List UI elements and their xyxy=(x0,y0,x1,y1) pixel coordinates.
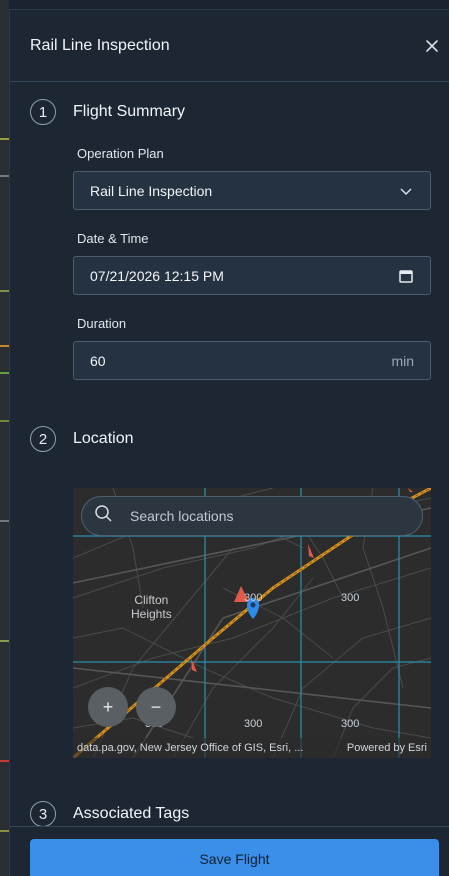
step-title: Associated Tags xyxy=(73,805,190,822)
datetime-label: Date & Time xyxy=(77,231,149,246)
grid-label: 300 xyxy=(341,592,360,604)
step-associated-tags: 3 Associated Tags xyxy=(30,801,189,827)
panel-footer: Save Flight xyxy=(10,826,449,876)
chevron-down-icon xyxy=(400,187,412,195)
attribution-sources: data.pa.gov, New Jersey Office of GIS, E… xyxy=(77,742,304,754)
panel-title: Rail Line Inspection xyxy=(30,37,170,54)
operation-plan-value: Rail Line Inspection xyxy=(90,182,213,199)
grid-label: 300 xyxy=(244,718,263,730)
datetime-input[interactable]: 07/21/2026 12:15 PM xyxy=(73,256,431,295)
zoom-out-button[interactable]: − xyxy=(136,687,176,727)
attribution-powered-by[interactable]: Powered by Esri xyxy=(347,742,427,754)
duration-input[interactable]: 60 min xyxy=(73,341,431,380)
close-icon xyxy=(426,40,438,52)
step-number: 1 xyxy=(30,99,56,125)
step-title: Flight Summary xyxy=(73,103,186,120)
background-map-strip xyxy=(0,0,9,876)
grid-label: 300 xyxy=(244,592,263,604)
panel-header: Rail Line Inspection xyxy=(10,10,449,82)
location-map[interactable]: Clifton Heights 300 300 300 300 300 + − … xyxy=(73,488,431,758)
close-button[interactable] xyxy=(422,36,442,56)
datetime-value: 07/21/2026 12:15 PM xyxy=(90,267,224,284)
operation-plan-select[interactable]: Rail Line Inspection xyxy=(73,171,431,210)
search-icon xyxy=(94,504,114,529)
place-label: Clifton Heights xyxy=(131,593,172,621)
step-number: 2 xyxy=(30,426,56,452)
duration-label: Duration xyxy=(77,316,127,331)
step-title: Location xyxy=(73,430,134,447)
step-location: 2 Location xyxy=(30,426,134,452)
step-flight-summary: 1 Flight Summary xyxy=(30,99,185,125)
map-attribution: data.pa.gov, New Jersey Office of GIS, E… xyxy=(73,738,431,758)
flight-panel: Rail Line Inspection 1 Flight Summary Op… xyxy=(9,9,449,876)
duration-unit: min xyxy=(391,352,414,369)
save-flight-button[interactable]: Save Flight xyxy=(30,839,439,876)
duration-value: 60 xyxy=(90,352,106,369)
operation-plan-label: Operation Plan xyxy=(77,146,164,161)
grid-label: 300 xyxy=(341,718,360,730)
step-number: 3 xyxy=(30,801,56,827)
map-search-input[interactable] xyxy=(130,508,390,524)
map-search-box[interactable] xyxy=(81,496,423,536)
zoom-in-button[interactable]: + xyxy=(88,687,128,727)
calendar-icon[interactable] xyxy=(398,268,414,284)
